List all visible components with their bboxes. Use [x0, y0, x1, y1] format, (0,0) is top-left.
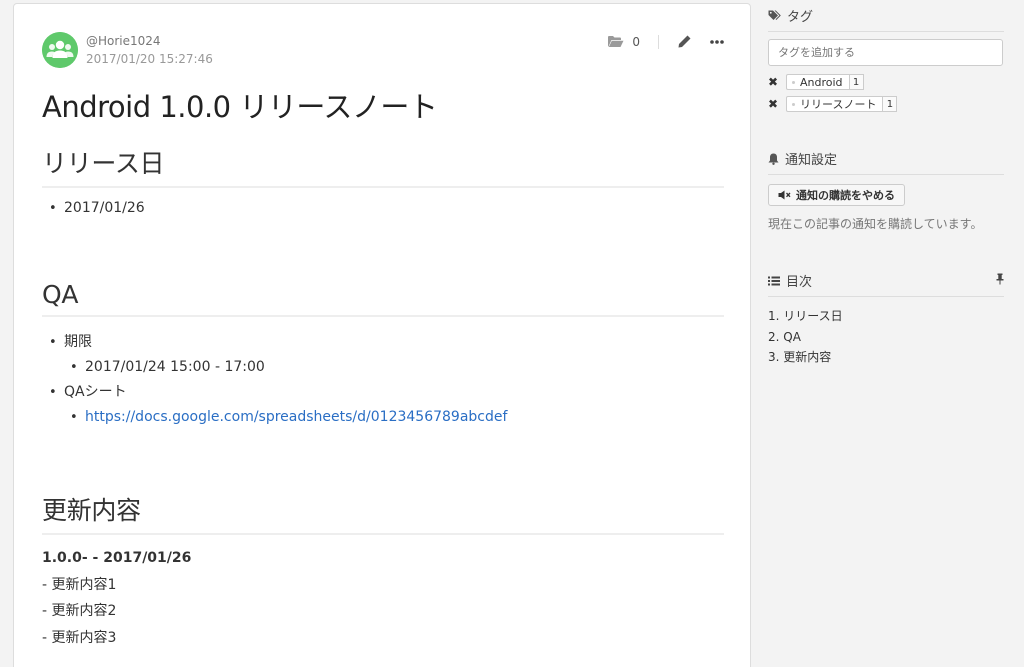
- toc-panel: 目次 1. リリース日 2. QA 3. 更新内容: [768, 271, 1004, 368]
- toc-list: 1. リリース日 2. QA 3. 更新内容: [768, 306, 1004, 368]
- tag-hole-icon: [792, 80, 795, 84]
- toc-item[interactable]: 1. リリース日: [768, 306, 1004, 327]
- article-actions: 0: [607, 34, 724, 49]
- list-item: 期限: [49, 330, 507, 355]
- post-timestamp: 2017/01/20 15:27:46: [86, 52, 213, 66]
- tag-chip[interactable]: リリースノート: [786, 96, 884, 112]
- edit-button[interactable]: [677, 34, 692, 49]
- tag-hole-icon: [792, 102, 795, 106]
- toc-heading: 目次: [768, 271, 1004, 297]
- tag-label: Android: [800, 75, 843, 89]
- more-button[interactable]: [710, 39, 724, 44]
- tags-title: タグ: [787, 10, 814, 25]
- changes-version-line: 1.0.0- - 2017/01/26: [42, 550, 192, 566]
- unsubscribe-button[interactable]: 通知の購読をやめる: [768, 184, 905, 206]
- remove-tag-icon[interactable]: ✖: [768, 75, 782, 89]
- qa-list: 期限 2017/01/24 15:00 - 17:00 QAシート https:…: [49, 330, 507, 430]
- tag-label: リリースノート: [800, 98, 877, 111]
- article-title: Android 1.0.0 リリースノート: [42, 90, 438, 124]
- tag-item: ✖ リリースノート 1: [768, 96, 1004, 112]
- notification-heading: 通知設定: [768, 149, 1004, 175]
- folder-open-icon: [608, 36, 624, 47]
- notification-title: 通知設定: [785, 153, 838, 168]
- tag-count: 1: [883, 96, 898, 112]
- divider: [658, 34, 659, 49]
- changes-line: - 更新内容2: [42, 603, 117, 619]
- pin-icon: [996, 273, 1004, 284]
- remove-tag-icon[interactable]: ✖: [768, 97, 782, 111]
- notification-panel: 通知設定 通知の購読をやめる 現在この記事の通知を購読しています。: [768, 149, 1004, 232]
- folder-button[interactable]: 0: [607, 35, 640, 49]
- list-icon: [768, 276, 780, 285]
- tags-panel: タグ ✖ Android 1 ✖ リリースノート 1: [768, 6, 1004, 112]
- group-icon: [42, 32, 78, 68]
- section-heading-qa: QA: [42, 280, 724, 317]
- list-item: 2017/01/24 15:00 - 17:00: [70, 355, 507, 380]
- pin-button[interactable]: [996, 273, 1004, 289]
- bell-icon: [768, 153, 779, 165]
- list-item: 2017/01/26: [49, 196, 145, 221]
- section-heading-release-date: リリース日: [42, 144, 724, 188]
- avatar[interactable]: [42, 32, 78, 68]
- notification-status: 現在この記事の通知を購読しています。: [768, 217, 983, 231]
- changes-line: - 更新内容3: [42, 629, 117, 646]
- unsubscribe-label: 通知の購読をやめる: [796, 189, 895, 202]
- tag-chip[interactable]: Android: [786, 74, 850, 90]
- pencil-icon: [678, 34, 692, 48]
- ellipsis-icon: [710, 39, 724, 44]
- release-date-list: 2017/01/26: [49, 196, 145, 221]
- tag-add-input[interactable]: [768, 39, 1003, 66]
- toc-item[interactable]: 2. QA: [768, 327, 1004, 348]
- author-name[interactable]: @Horie1024: [86, 34, 161, 48]
- folder-count: 0: [632, 34, 640, 49]
- tag-count: 1: [849, 74, 864, 90]
- article-panel: @Horie1024 2017/01/20 15:27:46 0 Android…: [13, 3, 751, 667]
- toc-title: 目次: [786, 275, 813, 290]
- tags-icon: [768, 10, 781, 20]
- changes-line: - 更新内容1: [42, 576, 117, 593]
- toc-item[interactable]: 3. 更新内容: [768, 347, 1004, 368]
- list-item: QAシート: [49, 380, 507, 405]
- tag-item: ✖ Android 1: [768, 74, 1004, 90]
- volume-off-icon: [778, 190, 791, 200]
- tags-heading: タグ: [768, 6, 1004, 32]
- list-item: https://docs.google.com/spreadsheets/d/0…: [70, 405, 507, 430]
- changes-body: 1.0.0- - 2017/01/26 - 更新内容1 - 更新内容2 - 更新…: [42, 545, 191, 651]
- section-heading-changes: 更新内容: [42, 491, 724, 535]
- qa-sheet-link[interactable]: https://docs.google.com/spreadsheets/d/0…: [85, 409, 507, 425]
